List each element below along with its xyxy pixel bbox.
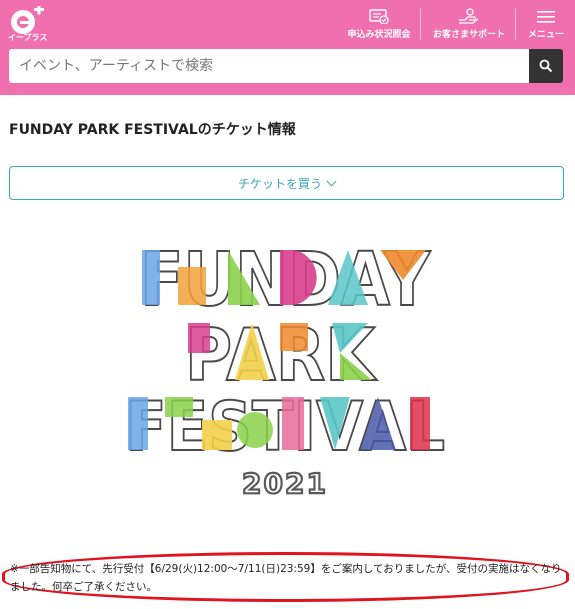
nav-menu[interactable]: メニュー bbox=[526, 0, 566, 44]
hamburger-menu-icon bbox=[537, 11, 555, 23]
festival-logo: .l1{font-family:"DejaVu Sans","Liberatio… bbox=[124, 236, 446, 501]
page-title: FUNDAY PARK FESTIVALのチケット情報 bbox=[9, 122, 296, 138]
site-header: イープラス 申込み状況照会 お客さまサポート メニュー bbox=[0, 0, 575, 95]
logo-line-festival: FESTIVAL bbox=[124, 387, 446, 468]
nav-label: 申込み状況照会 bbox=[347, 30, 411, 40]
nav-application-status[interactable]: 申込み状況照会 bbox=[346, 0, 412, 44]
logo-line-park: PARK bbox=[184, 312, 378, 398]
logo-text: イープラス bbox=[8, 33, 48, 42]
search-box bbox=[9, 49, 529, 83]
chevron-down-icon bbox=[326, 176, 337, 186]
nav-divider bbox=[515, 8, 516, 40]
ticket-check-icon bbox=[369, 9, 389, 24]
nav-divider bbox=[420, 8, 421, 40]
buy-ticket-button[interactable]: チケットを買う bbox=[9, 166, 564, 200]
support-hand-icon bbox=[459, 8, 479, 24]
nav-label: メニュー bbox=[527, 30, 564, 40]
nav-label: お客さまサポート bbox=[432, 30, 505, 40]
cancellation-notice: ※一部告知物にて、先行受付【6/29(火)12:00〜7/11(日)23:59】… bbox=[10, 563, 562, 593]
logo-line-funday: FUNDAY bbox=[139, 236, 432, 324]
logo-year: 2021 bbox=[242, 467, 328, 500]
nav-customer-support[interactable]: お客さまサポート bbox=[431, 0, 507, 44]
search-input[interactable] bbox=[9, 49, 509, 83]
search-icon bbox=[539, 59, 553, 73]
search-button[interactable] bbox=[529, 49, 563, 83]
buy-ticket-label: チケットを買う bbox=[237, 176, 322, 191]
